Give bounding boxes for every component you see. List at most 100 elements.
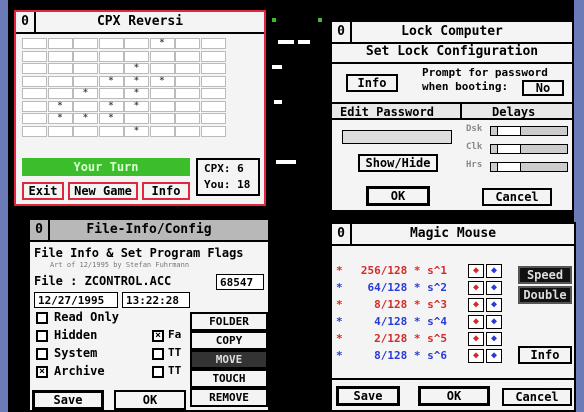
board-cell[interactable] — [47, 125, 73, 137]
adjust-down-icon[interactable]: ◆ — [468, 315, 484, 329]
board-cell[interactable] — [22, 125, 47, 137]
board-cell[interactable] — [22, 38, 47, 49]
board-cell[interactable] — [73, 75, 98, 87]
board-cell[interactable] — [47, 63, 73, 74]
fileinfo-titlebar[interactable]: File-Info/Config — [30, 220, 268, 242]
magic-info-button[interactable]: Info — [518, 346, 572, 364]
attribute-checkbox[interactable] — [36, 330, 48, 342]
flag-checkbox[interactable] — [152, 366, 164, 378]
board-cell[interactable] — [22, 88, 47, 99]
board-cell[interactable] — [175, 38, 200, 49]
delay-slider[interactable] — [490, 126, 568, 136]
board-cell[interactable] — [200, 100, 226, 112]
fileinfo-close-button[interactable]: 0 — [30, 220, 50, 240]
board-cell[interactable]: * — [98, 75, 124, 87]
magic-cancel-button[interactable]: Cancel — [502, 388, 572, 406]
file-time-field[interactable]: 13:22:28 — [122, 292, 190, 308]
menu-item-copy[interactable]: COPY — [190, 331, 268, 350]
board-cell[interactable] — [175, 50, 200, 62]
board-cell[interactable] — [149, 100, 175, 112]
board-cell[interactable] — [124, 50, 149, 62]
delay-slider[interactable] — [490, 144, 568, 154]
menu-item-folder[interactable]: FOLDER — [190, 312, 268, 331]
adjust-down-icon[interactable]: ◆ — [468, 298, 484, 312]
board-cell[interactable] — [47, 75, 73, 87]
double-button[interactable]: Double — [518, 286, 572, 304]
board-cell[interactable] — [200, 113, 226, 124]
exit-button[interactable]: Exit — [22, 182, 64, 200]
attribute-checkbox[interactable] — [36, 312, 48, 324]
board-cell[interactable]: * — [47, 100, 73, 112]
board-cell[interactable] — [98, 88, 124, 99]
board-cell[interactable]: * — [124, 100, 149, 112]
magic-ok-button[interactable]: OK — [418, 386, 490, 406]
board-cell[interactable] — [200, 38, 226, 49]
board-cell[interactable] — [73, 50, 98, 62]
board-cell[interactable] — [124, 113, 149, 124]
file-size-field[interactable]: 68547 — [216, 274, 264, 290]
board-cell[interactable] — [149, 50, 175, 62]
lock-titlebar[interactable]: Lock Computer — [332, 22, 572, 44]
board-cell[interactable] — [124, 38, 149, 49]
board-cell[interactable] — [175, 63, 200, 74]
board-cell[interactable] — [73, 38, 98, 49]
board-cell[interactable] — [175, 88, 200, 99]
lock-info-button[interactable]: Info — [346, 74, 398, 92]
reversi-close-button[interactable]: 0 — [16, 12, 36, 32]
board-cell[interactable] — [22, 75, 47, 87]
adjust-up-icon[interactable]: ◆ — [486, 349, 502, 363]
board-cell[interactable]: * — [98, 113, 124, 124]
board-cell[interactable] — [149, 63, 175, 74]
reversi-board[interactable]: * * * * * * * * * * * * * * — [22, 38, 226, 138]
board-cell[interactable] — [200, 75, 226, 87]
board-cell[interactable]: * — [124, 63, 149, 74]
password-field[interactable] — [342, 130, 452, 144]
board-cell[interactable] — [22, 63, 47, 74]
prompt-value-popup[interactable]: No — [522, 80, 564, 96]
board-cell[interactable] — [200, 63, 226, 74]
flag-checkbox[interactable]: × — [152, 330, 164, 342]
lock-close-button[interactable]: 0 — [332, 22, 352, 42]
reversi-titlebar[interactable]: CPX Reversi — [16, 12, 264, 34]
speed-button[interactable]: Speed — [518, 266, 572, 284]
board-cell[interactable] — [175, 113, 200, 124]
adjust-down-icon[interactable]: ◆ — [468, 332, 484, 346]
fileinfo-save-button[interactable]: Save — [32, 390, 104, 410]
menu-item-remove[interactable]: REMOVE — [190, 388, 268, 407]
board-cell[interactable] — [149, 88, 175, 99]
board-cell[interactable] — [22, 113, 47, 124]
adjust-up-icon[interactable]: ◆ — [486, 264, 502, 278]
board-cell[interactable]: * — [73, 88, 98, 99]
board-cell[interactable] — [175, 100, 200, 112]
board-cell[interactable]: * — [73, 113, 98, 124]
new-game-button[interactable]: New Game — [68, 182, 138, 200]
board-cell[interactable]: * — [124, 125, 149, 137]
adjust-down-icon[interactable]: ◆ — [468, 281, 484, 295]
board-cell[interactable]: * — [124, 75, 149, 87]
fileinfo-ok-button[interactable]: OK — [114, 390, 186, 410]
delay-slider-knob[interactable] — [497, 145, 521, 153]
adjust-down-icon[interactable]: ◆ — [468, 264, 484, 278]
adjust-up-icon[interactable]: ◆ — [486, 332, 502, 346]
file-date-field[interactable]: 12/27/1995 — [34, 292, 118, 308]
adjust-down-icon[interactable]: ◆ — [468, 349, 484, 363]
board-cell[interactable] — [175, 125, 200, 137]
board-cell[interactable] — [47, 88, 73, 99]
board-cell[interactable] — [47, 50, 73, 62]
menu-item-move[interactable]: MOVE — [190, 350, 268, 369]
menu-item-touch[interactable]: TOUCH — [190, 369, 268, 388]
board-cell[interactable] — [200, 50, 226, 62]
board-cell[interactable]: * — [149, 75, 175, 87]
board-cell[interactable] — [200, 125, 226, 137]
board-cell[interactable] — [98, 63, 124, 74]
magic-titlebar[interactable]: Magic Mouse — [332, 224, 574, 246]
adjust-up-icon[interactable]: ◆ — [486, 281, 502, 295]
board-cell[interactable] — [22, 50, 47, 62]
board-cell[interactable] — [22, 100, 47, 112]
board-cell[interactable] — [73, 63, 98, 74]
board-cell[interactable] — [73, 125, 98, 137]
delay-slider-knob[interactable] — [497, 127, 521, 135]
board-cell[interactable] — [73, 100, 98, 112]
board-cell[interactable]: * — [47, 113, 73, 124]
attribute-checkbox[interactable] — [36, 348, 48, 360]
